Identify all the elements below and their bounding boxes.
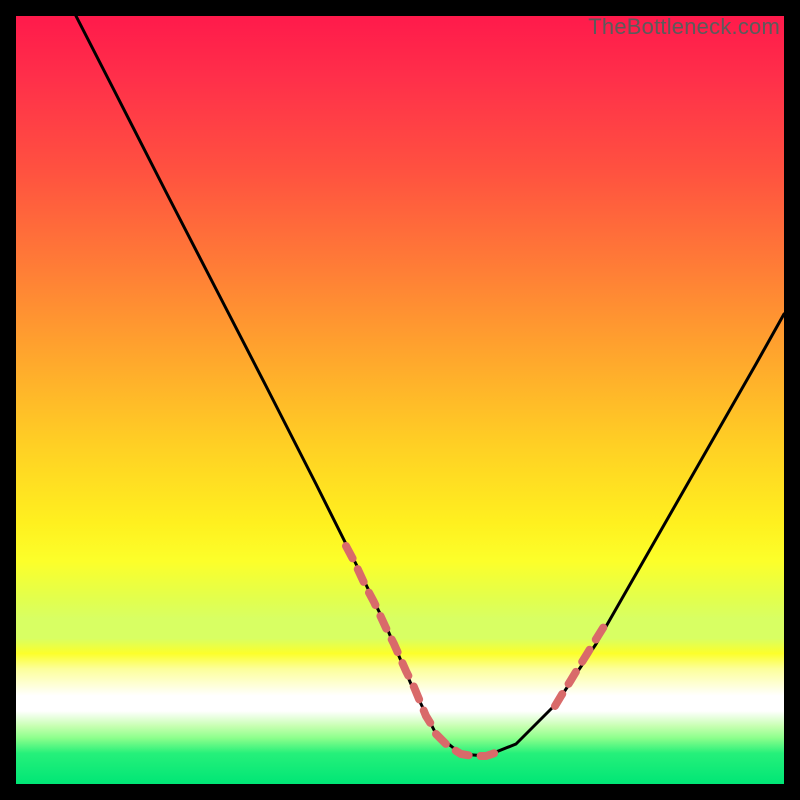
bottleneck-curve (76, 16, 784, 756)
watermark-text: TheBottleneck.com (588, 14, 780, 40)
chart-frame: TheBottleneck.com (16, 16, 784, 784)
dash-right-overlay (555, 618, 609, 706)
dash-left-overlay (346, 546, 434, 729)
chart-svg (16, 16, 784, 784)
dash-bottom-overlay (436, 734, 498, 756)
